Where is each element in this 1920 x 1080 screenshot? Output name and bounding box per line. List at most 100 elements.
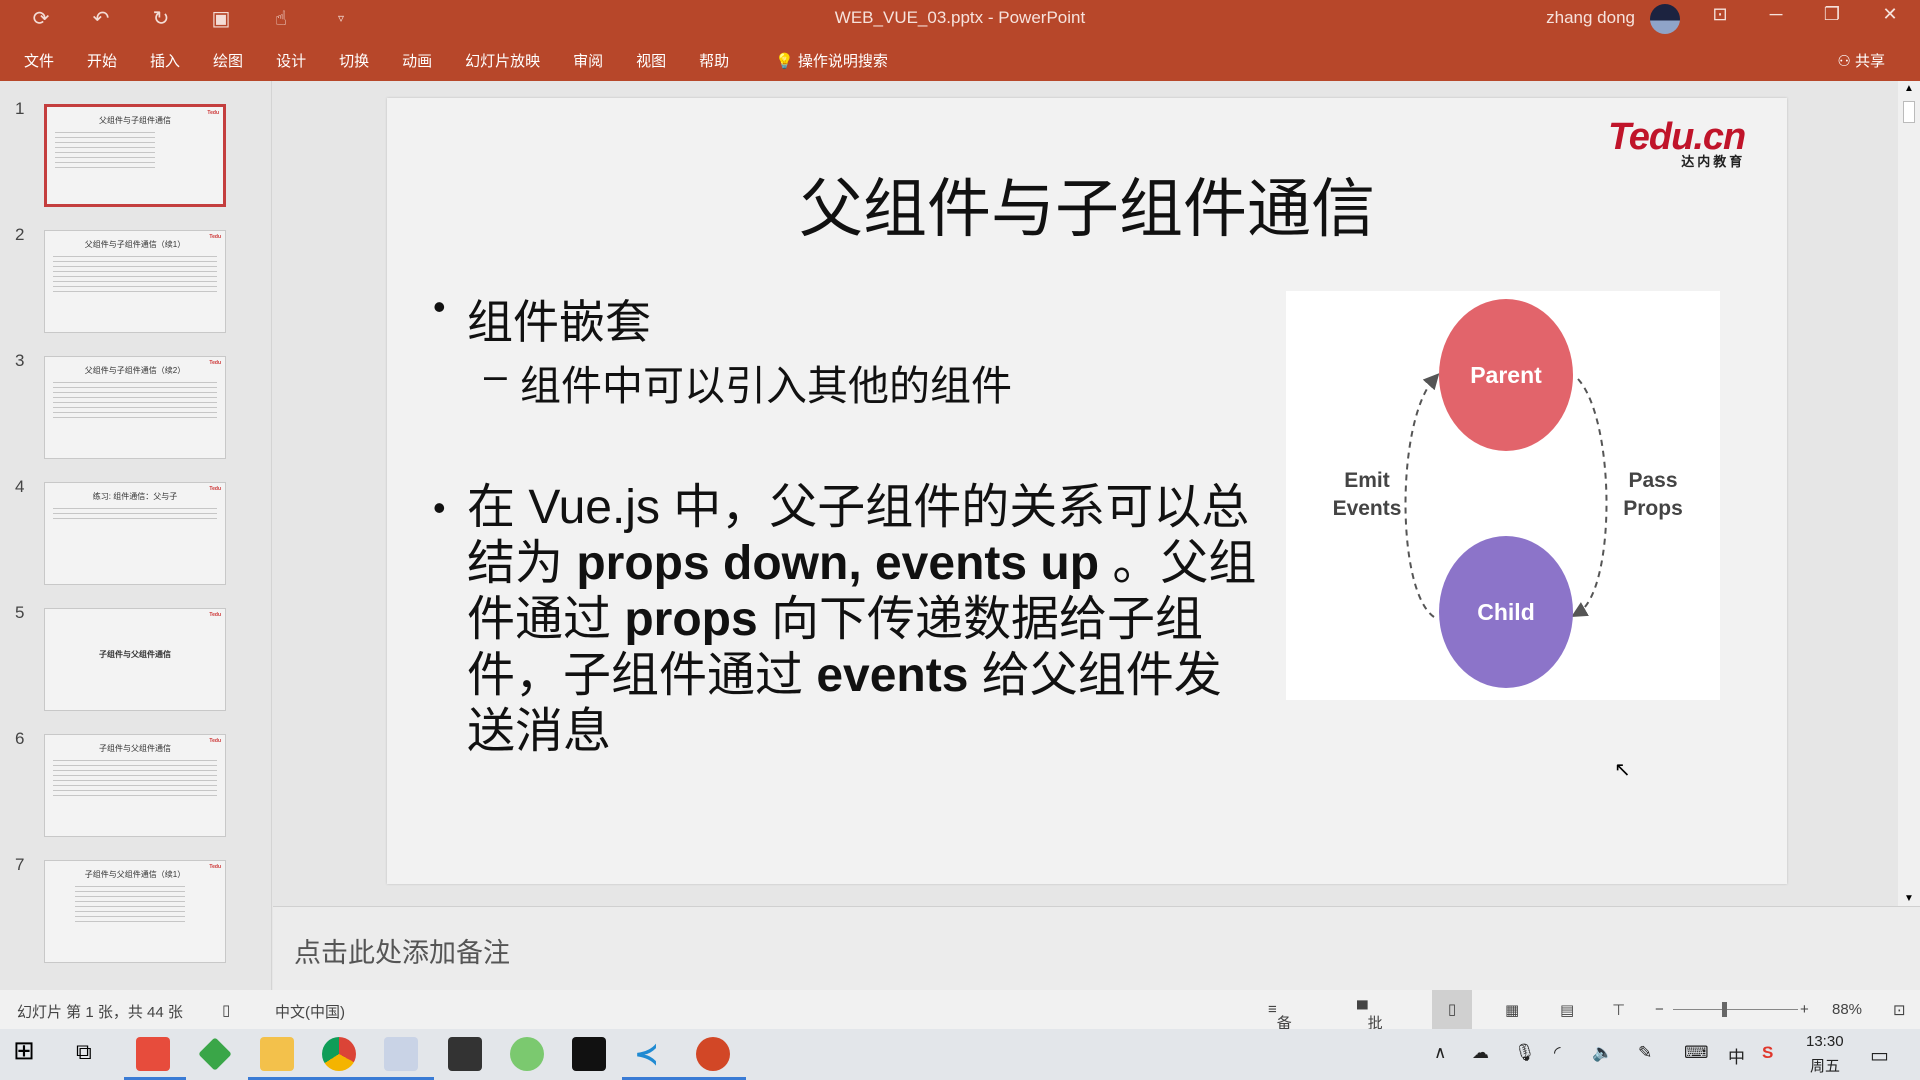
title-bar: ⟳ ↶ ↻ ▣ ☝ ▿ WEB_VUE_03.pptx - PowerPoint…	[0, 0, 1920, 81]
tab-transitions[interactable]: 切换	[339, 50, 369, 71]
sogou-icon[interactable]: S	[1762, 1043, 1773, 1063]
reading-view-button[interactable]: ▤	[1560, 1001, 1574, 1019]
slide-thumbnail-pane: 1 Tedu 父组件与子组件通信 2 Tedu 父组件与子组件通信（续1） 3 Te…	[0, 81, 272, 990]
file-explorer-icon[interactable]	[260, 1037, 294, 1071]
tab-insert[interactable]: 插入	[150, 50, 180, 71]
close-icon[interactable]: ✕	[1870, 4, 1910, 25]
notification-icon[interactable]: ▭	[1870, 1043, 1889, 1068]
slide-thumbnail[interactable]: Tedu 父组件与子组件通信（续2）	[44, 356, 226, 459]
thumb-title: 练习: 组件通信：父与子	[92, 492, 178, 501]
restore-icon[interactable]: ❐	[1812, 4, 1852, 25]
tab-review[interactable]: 审阅	[573, 50, 603, 71]
share-button[interactable]: ⚇ 共享	[1837, 50, 1885, 71]
ribbon-display-icon[interactable]: ⊡	[1700, 4, 1740, 25]
child-label: Child	[1477, 599, 1535, 625]
sub-bullet-1[interactable]: – 组件中可以引入其他的组件	[484, 352, 1012, 412]
bullet-1[interactable]: • 组件嵌套	[433, 286, 651, 352]
slide-thumbnail[interactable]: Tedu 子组件与父组件通信（续1）	[44, 860, 226, 963]
tab-home[interactable]: 开始	[87, 50, 117, 71]
tab-file[interactable]: 文件	[24, 50, 54, 71]
app-c-icon[interactable]	[136, 1037, 170, 1071]
sticky-app-icon[interactable]	[448, 1037, 482, 1071]
tab-help[interactable]: 帮助	[699, 50, 729, 71]
vertical-scrollbar[interactable]: ▲ ▼	[1898, 81, 1920, 906]
tab-draw[interactable]: 绘图	[213, 50, 243, 71]
accessibility-icon[interactable]: ▯	[222, 1001, 230, 1019]
tab-animations[interactable]: 动画	[402, 50, 432, 71]
slide-sorter-button[interactable]: ▦	[1505, 1001, 1519, 1019]
user-name[interactable]: zhang dong	[1546, 8, 1635, 28]
thumb-title: 子组件与父组件通信	[99, 744, 171, 753]
wechat-icon[interactable]	[510, 1037, 544, 1071]
normal-view-button[interactable]: ▯	[1432, 990, 1472, 1029]
slide-thumbnail[interactable]: Tedu 子组件与父组件通信	[44, 734, 226, 837]
minimize-icon[interactable]: ─	[1756, 4, 1796, 25]
notes-button[interactable]: ≡ 备注	[1268, 1001, 1292, 1053]
terminal-icon[interactable]	[572, 1037, 606, 1071]
slide-thumbnail[interactable]: Tedu 练习: 组件通信：父与子	[44, 482, 226, 585]
taskbar: ⊞ ⧉ ≺ ∧ ☁ 🎙 ◜ 🔈 ✎ ⌨ 中 S 13:30 周五 ▭	[0, 1029, 1920, 1080]
mouse-cursor-icon: ↖	[1614, 759, 1631, 781]
vscode-icon[interactable]: ≺	[634, 1037, 668, 1071]
clock-time[interactable]: 13:30	[1806, 1033, 1844, 1050]
status-bar: 幻灯片 第 1 张，共 44 张 ▯ 中文(中国) ≡ 备注 ▀ 批注 ▯ ▦ …	[0, 990, 1920, 1053]
fit-slide-icon[interactable]: ⊡	[1893, 1001, 1906, 1019]
wifi-icon[interactable]: ◜	[1554, 1043, 1561, 1063]
slide-thumbnail[interactable]: Tedu 父组件与子组件通信（续1）	[44, 230, 226, 333]
slide-counter: 幻灯片 第 1 张，共 44 张	[17, 1004, 183, 1021]
notes-placeholder[interactable]: 点击此处添加备注	[294, 931, 510, 970]
notes-pane[interactable]: 点击此处添加备注	[273, 906, 1920, 990]
scroll-up-icon[interactable]: ▲	[1904, 83, 1914, 94]
share-user-icon: ⚇	[1837, 53, 1855, 70]
zoom-slider[interactable]	[1673, 1009, 1798, 1010]
slide-title[interactable]: 父组件与子组件通信	[387, 158, 1787, 250]
tab-slideshow[interactable]: 幻灯片放映	[465, 50, 540, 71]
bullet-2[interactable]: • 在 Vue.js 中，父子组件的关系可以总结为 props down, eve…	[433, 480, 1267, 760]
chrome-icon[interactable]	[322, 1037, 356, 1071]
thumb-title: 子组件与父组件通信（续1）	[84, 870, 186, 879]
emit-label: Emit	[1344, 469, 1390, 492]
slide-thumbnail[interactable]: Tedu 父组件与子组件通信	[44, 104, 226, 207]
thumb-logo: Tedu	[207, 110, 219, 116]
tray-expand-icon[interactable]: ∧	[1434, 1043, 1446, 1063]
slideshow-view-button[interactable]: ⊤	[1612, 1001, 1625, 1019]
pen-icon[interactable]: ✎	[1638, 1043, 1652, 1063]
scroll-down-icon[interactable]: ▼	[1904, 893, 1914, 904]
props-label: Props	[1623, 497, 1683, 520]
avatar[interactable]	[1650, 4, 1680, 34]
task-view-icon[interactable]: ⧉	[76, 1039, 110, 1073]
tell-me-search[interactable]: 💡 操作说明搜索	[775, 50, 888, 71]
ime-indicator[interactable]: 中	[1728, 1043, 1745, 1068]
thumb-number: 6	[15, 729, 25, 748]
zoom-in-button[interactable]: +	[1800, 1001, 1809, 1018]
thumb-number: 5	[15, 603, 25, 622]
paint-icon[interactable]	[384, 1037, 418, 1071]
volume-icon[interactable]: 🔈	[1592, 1043, 1613, 1063]
zoom-level[interactable]: 88%	[1832, 1001, 1862, 1018]
app-green-icon[interactable]	[198, 1037, 232, 1071]
thumb-title: 子组件与父组件通信	[99, 650, 171, 659]
share-label: 共享	[1854, 53, 1885, 70]
events-label: Events	[1333, 497, 1402, 520]
zoom-slider-thumb[interactable]	[1722, 1002, 1727, 1017]
thumb-number: 2	[15, 225, 25, 244]
props-events-diagram[interactable]: Parent Child Emit Events Pass Props	[1286, 291, 1720, 700]
powerpoint-icon[interactable]	[696, 1037, 730, 1071]
thumb-title: 父组件与子组件通信	[99, 116, 171, 125]
comments-button[interactable]: ▀ 批注	[1357, 1001, 1383, 1053]
language-indicator[interactable]: 中文(中国)	[275, 1001, 345, 1022]
microphone-icon[interactable]: 🎙	[1514, 1043, 1536, 1063]
tab-design[interactable]: 设计	[276, 50, 306, 71]
scrollbar-thumb[interactable]	[1903, 101, 1915, 123]
keyboard-icon[interactable]: ⌨	[1684, 1043, 1709, 1063]
windows-start-icon[interactable]: ⊞	[13, 1035, 47, 1069]
thumb-number: 3	[15, 351, 25, 370]
thumb-title: 父组件与子组件通信（续1）	[84, 240, 186, 249]
tab-view[interactable]: 视图	[636, 50, 666, 71]
slide-thumbnail[interactable]: Tedu 子组件与父组件通信	[44, 608, 226, 711]
onedrive-icon[interactable]: ☁	[1472, 1043, 1489, 1063]
ribbon-tabs: 文件 开始 插入 绘图 设计 切换 动画 幻灯片放映 审阅 视图 帮助	[24, 50, 762, 71]
zoom-out-button[interactable]: −	[1655, 1001, 1664, 1018]
clock-day[interactable]: 周五	[1810, 1055, 1840, 1076]
slide-canvas[interactable]: Tedu.cn 达内教育 父组件与子组件通信 • 组件嵌套 – 组件中可以引入其他的组…	[387, 98, 1787, 884]
